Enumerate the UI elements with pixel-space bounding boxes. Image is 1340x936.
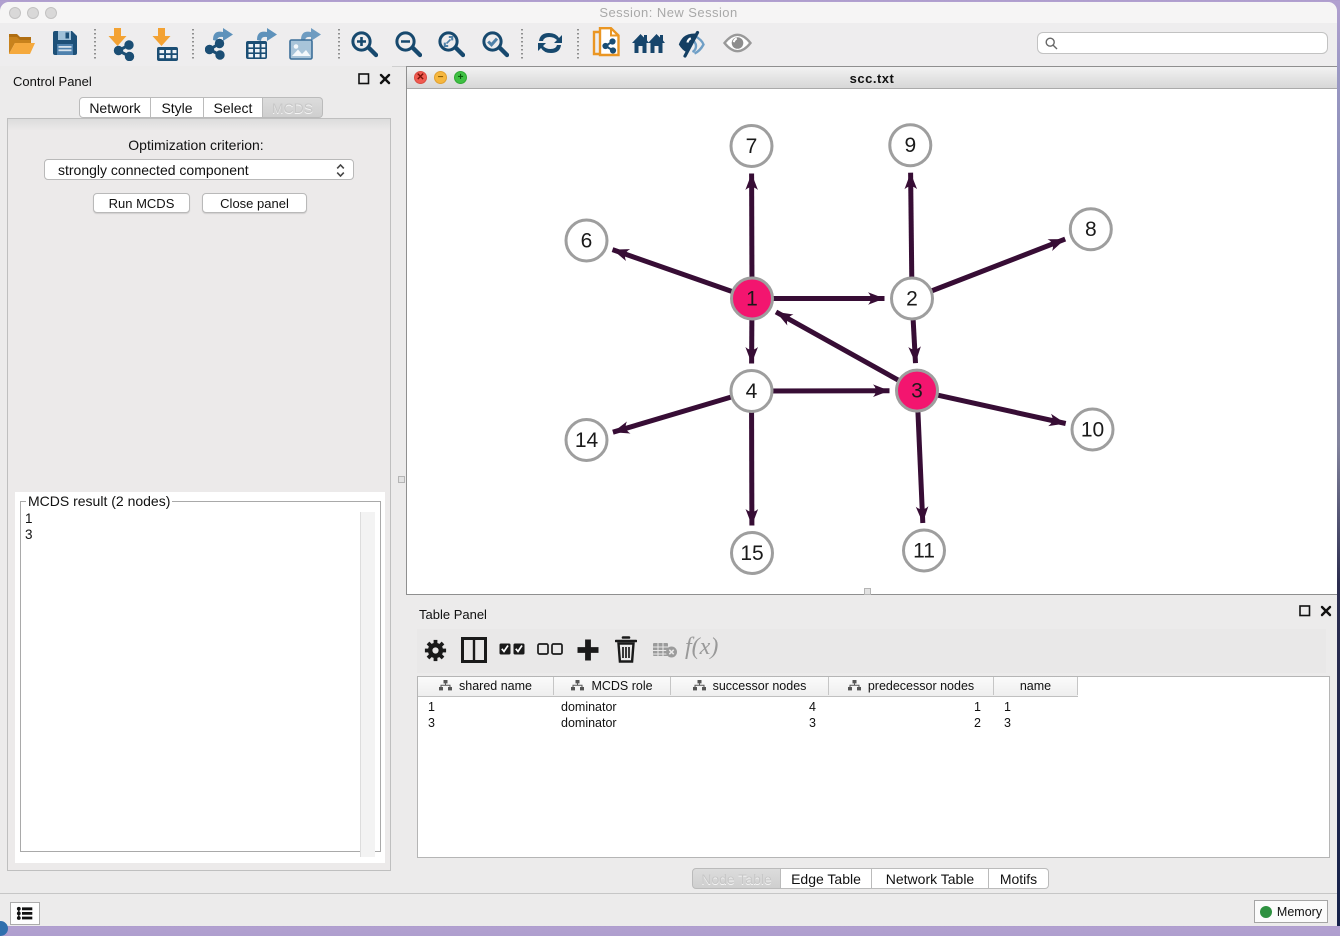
svg-text:8: 8 <box>1085 218 1097 241</box>
svg-text:1: 1 <box>746 288 758 311</box>
svg-text:2: 2 <box>906 288 918 311</box>
svg-text:3: 3 <box>911 380 923 403</box>
svg-text:4: 4 <box>746 380 758 403</box>
svg-text:9: 9 <box>904 134 916 157</box>
svg-text:7: 7 <box>746 135 758 158</box>
svg-text:11: 11 <box>913 540 935 563</box>
svg-text:14: 14 <box>575 429 599 452</box>
svg-text:6: 6 <box>581 230 593 253</box>
svg-text:15: 15 <box>740 542 763 565</box>
svg-text:10: 10 <box>1081 419 1104 442</box>
